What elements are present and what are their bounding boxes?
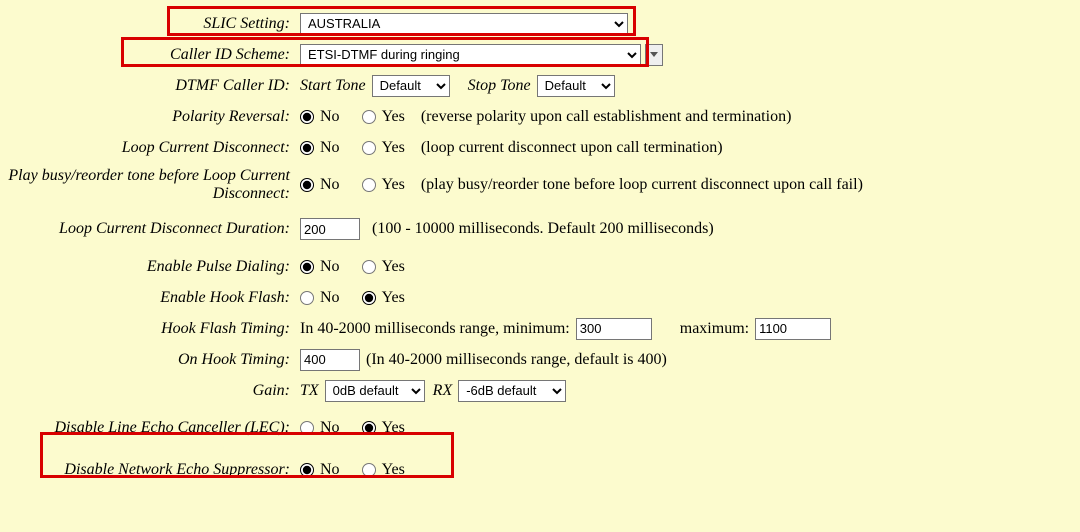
playbusy-yes-radio[interactable]: [362, 178, 376, 192]
disable-lec-label: Disable Line Echo Canceller (LEC):: [0, 419, 290, 437]
hook-flash-min-input[interactable]: [576, 318, 652, 340]
caller-id-scheme-dropdown-button[interactable]: [645, 44, 663, 66]
caller-id-scheme-label: Caller ID Scheme:: [0, 46, 290, 64]
on-hook-input[interactable]: [300, 349, 360, 371]
loop-duration-label: Loop Current Disconnect Duration:: [0, 220, 290, 238]
hook-flash-prefix: In 40-2000 milliseconds range, minimum:: [300, 320, 570, 338]
enable-hook-flash-label: Enable Hook Flash:: [0, 289, 290, 307]
lec-yes-radio[interactable]: [362, 421, 376, 435]
hookflash-yes-label: Yes: [382, 289, 405, 307]
nes-yes-radio[interactable]: [362, 463, 376, 477]
hookflash-yes-radio[interactable]: [362, 291, 376, 305]
polarity-no-label: No: [320, 108, 340, 126]
gain-tx-select[interactable]: 0dB default: [325, 380, 425, 402]
stop-tone-label: Stop Tone: [468, 77, 531, 95]
polarity-reversal-label: Polarity Reversal:: [0, 108, 290, 126]
chevron-down-icon: [650, 52, 658, 58]
gain-tx-label: TX: [300, 382, 319, 400]
hook-flash-timing-label: Hook Flash Timing:: [0, 320, 290, 338]
disable-nes-label: Disable Network Echo Suppressor:: [0, 461, 290, 479]
hookflash-no-label: No: [320, 289, 340, 307]
playbusy-no-label: No: [320, 176, 340, 194]
loop-duration-hint: (100 - 10000 milliseconds. Default 200 m…: [372, 220, 714, 238]
nes-no-label: No: [320, 461, 340, 479]
gain-label: Gain:: [0, 382, 290, 400]
start-tone-select[interactable]: Default: [372, 75, 450, 97]
pulse-yes-label: Yes: [382, 258, 405, 276]
stop-tone-select[interactable]: Default: [537, 75, 615, 97]
pulse-no-label: No: [320, 258, 340, 276]
playbusy-no-radio[interactable]: [300, 178, 314, 192]
on-hook-timing-label: On Hook Timing:: [0, 351, 290, 369]
lcd-hint: (loop current disconnect upon call termi…: [421, 139, 723, 157]
play-busy-label: Play busy/reorder tone before Loop Curre…: [0, 167, 290, 202]
enable-pulse-dialing-label: Enable Pulse Dialing:: [0, 258, 290, 276]
start-tone-label: Start Tone: [300, 77, 366, 95]
gain-rx-label: RX: [433, 382, 453, 400]
slic-setting-label: SLIC Setting:: [0, 15, 290, 33]
lec-no-label: No: [320, 419, 340, 437]
lcd-yes-label: Yes: [382, 139, 405, 157]
lcd-yes-radio[interactable]: [362, 141, 376, 155]
playbusy-yes-label: Yes: [382, 176, 405, 194]
gain-rx-select[interactable]: -6dB default: [458, 380, 566, 402]
nes-no-radio[interactable]: [300, 463, 314, 477]
lcd-no-label: No: [320, 139, 340, 157]
hookflash-no-radio[interactable]: [300, 291, 314, 305]
dtmf-caller-id-label: DTMF Caller ID:: [0, 77, 290, 95]
polarity-no-radio[interactable]: [300, 110, 314, 124]
polarity-yes-label: Yes: [382, 108, 405, 126]
polarity-hint: (reverse polarity upon call establishmen…: [421, 108, 792, 126]
on-hook-hint: (In 40-2000 milliseconds range, default …: [366, 351, 667, 369]
lec-no-radio[interactable]: [300, 421, 314, 435]
caller-id-scheme-select[interactable]: ETSI-DTMF during ringing: [300, 44, 641, 66]
playbusy-hint: (play busy/reorder tone before loop curr…: [421, 176, 863, 194]
pulse-yes-radio[interactable]: [362, 260, 376, 274]
hook-flash-max-label: maximum:: [680, 320, 749, 338]
loop-duration-input[interactable]: [300, 218, 360, 240]
lcd-no-radio[interactable]: [300, 141, 314, 155]
nes-yes-label: Yes: [382, 461, 405, 479]
polarity-yes-radio[interactable]: [362, 110, 376, 124]
loop-current-disconnect-label: Loop Current Disconnect:: [0, 139, 290, 157]
hook-flash-max-input[interactable]: [755, 318, 831, 340]
lec-yes-label: Yes: [382, 419, 405, 437]
slic-setting-select[interactable]: AUSTRALIA: [300, 13, 628, 35]
pulse-no-radio[interactable]: [300, 260, 314, 274]
